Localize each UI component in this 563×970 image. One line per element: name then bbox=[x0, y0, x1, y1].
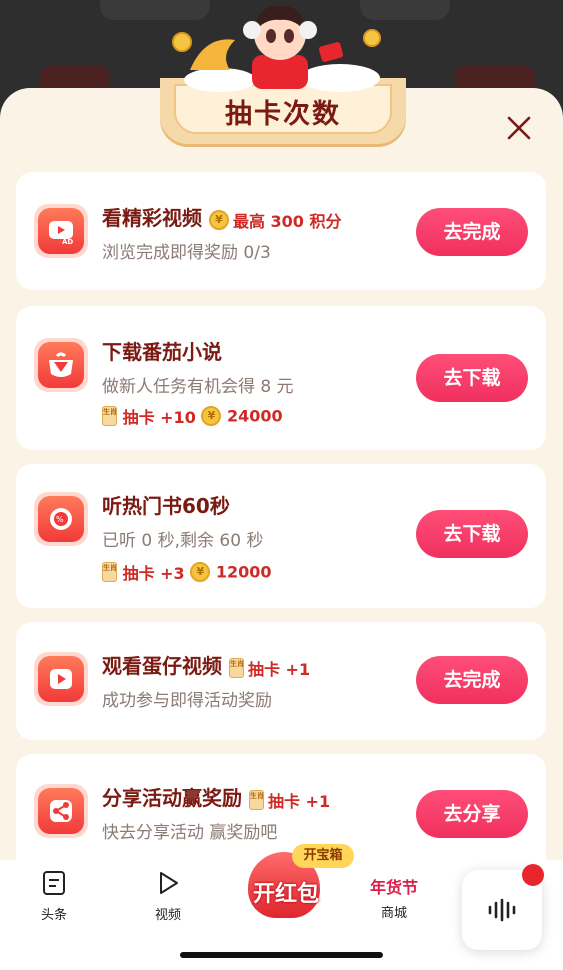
task-card-eggy-video: 观看蛋仔视频 生肖 抽卡 +1 成功参与即得活动奖励 去完成 bbox=[16, 622, 546, 740]
task-reward-row: 生肖 抽卡 +3 ¥ 12000 bbox=[102, 560, 272, 584]
voice-waveform-icon bbox=[488, 898, 516, 922]
task-subtitle: 成功参与即得活动奖励 bbox=[102, 691, 272, 711]
tab-label: 头条 bbox=[40, 908, 67, 923]
task-card-listen-book: % 听热门书60秒 已听 0 秒,剩余 60 秒 生肖 抽卡 +3 ¥ 1200… bbox=[16, 464, 546, 608]
task-title: 看精彩视频 ¥ 最高 300 积分 bbox=[102, 206, 342, 231]
task-reward: 抽卡 +1 bbox=[267, 791, 331, 811]
coin-icon: ¥ bbox=[208, 209, 229, 230]
ad-video-icon: AD bbox=[34, 204, 88, 258]
coin-icon: ¥ bbox=[201, 406, 222, 426]
task-reward-row: 生肖 抽卡 +10 ¥ 24000 bbox=[102, 404, 283, 428]
tab-video[interactable]: 视频 bbox=[128, 870, 208, 923]
task-card-video: AD 看精彩视频 ¥ 最高 300 积分 浏览完成即得奖励 0/3 去完成 bbox=[16, 172, 546, 290]
home-indicator bbox=[180, 952, 383, 958]
card-chip-icon: 生肖 bbox=[248, 789, 264, 810]
complete-button[interactable]: 去完成 bbox=[416, 656, 528, 704]
task-title: 分享活动赢奖励 生肖 抽卡 +1 bbox=[102, 786, 331, 811]
card-chip-icon: 生肖 bbox=[102, 406, 117, 426]
tomato-listen-icon: % bbox=[34, 492, 88, 546]
reward-cards: 抽卡 +3 bbox=[122, 564, 185, 583]
task-card-download-novel: 下载番茄小说 做新人任务有机会得 8 元 生肖 抽卡 +10 ¥ 24000 去… bbox=[16, 306, 546, 450]
card-chip-icon: 生肖 bbox=[102, 562, 117, 582]
coin-icon: ¥ bbox=[190, 562, 211, 582]
tab-label: 视频 bbox=[154, 908, 181, 923]
tab-label: 商城 bbox=[380, 906, 407, 921]
treasure-badge: 开宝箱 bbox=[292, 844, 354, 868]
tomato-novel-icon bbox=[34, 338, 88, 392]
tab-headlines[interactable]: 头条 bbox=[14, 870, 94, 923]
card-chip-icon: 生肖 bbox=[228, 657, 244, 678]
mall-banner: 年货节 bbox=[369, 878, 418, 897]
task-reward: 抽卡 +1 bbox=[247, 659, 311, 679]
task-subtitle: 做新人任务有机会得 8 元 bbox=[102, 377, 294, 397]
task-reward: 最高 300 积分 bbox=[232, 211, 342, 231]
download-button[interactable]: 去下载 bbox=[416, 510, 528, 558]
task-title: 下载番茄小说 bbox=[102, 340, 222, 364]
task-subtitle: 快去分享活动 赢奖励吧 bbox=[102, 823, 278, 843]
task-subtitle: 已听 0 秒,剩余 60 秒 bbox=[102, 531, 264, 551]
tab-mall[interactable]: 年货节 商城 bbox=[354, 874, 434, 921]
share-icon bbox=[34, 784, 88, 838]
mascot-illustration bbox=[172, 5, 381, 92]
play-icon bbox=[160, 872, 178, 894]
reward-cards: 抽卡 +10 bbox=[122, 408, 196, 427]
download-button[interactable]: 去下载 bbox=[416, 354, 528, 402]
headlines-icon bbox=[43, 871, 65, 895]
task-title: 听热门书60秒 bbox=[102, 494, 230, 518]
share-button[interactable]: 去分享 bbox=[416, 790, 528, 838]
complete-button[interactable]: 去完成 bbox=[416, 208, 528, 256]
tab-red-packet[interactable]: 开宝箱 开红包 bbox=[232, 844, 354, 924]
svg-text:%: % bbox=[56, 515, 64, 524]
reward-points: 12000 bbox=[215, 562, 272, 582]
notification-dot bbox=[522, 864, 544, 886]
red-packet-label: 开红包 bbox=[252, 882, 319, 907]
reward-points: 24000 bbox=[226, 406, 283, 426]
task-subtitle: 浏览完成即得奖励 0/3 bbox=[102, 243, 271, 263]
close-icon[interactable] bbox=[504, 113, 534, 143]
play-video-icon bbox=[34, 652, 88, 706]
svg-text:AD: AD bbox=[62, 238, 73, 245]
task-title: 观看蛋仔视频 生肖 抽卡 +1 bbox=[102, 654, 311, 679]
